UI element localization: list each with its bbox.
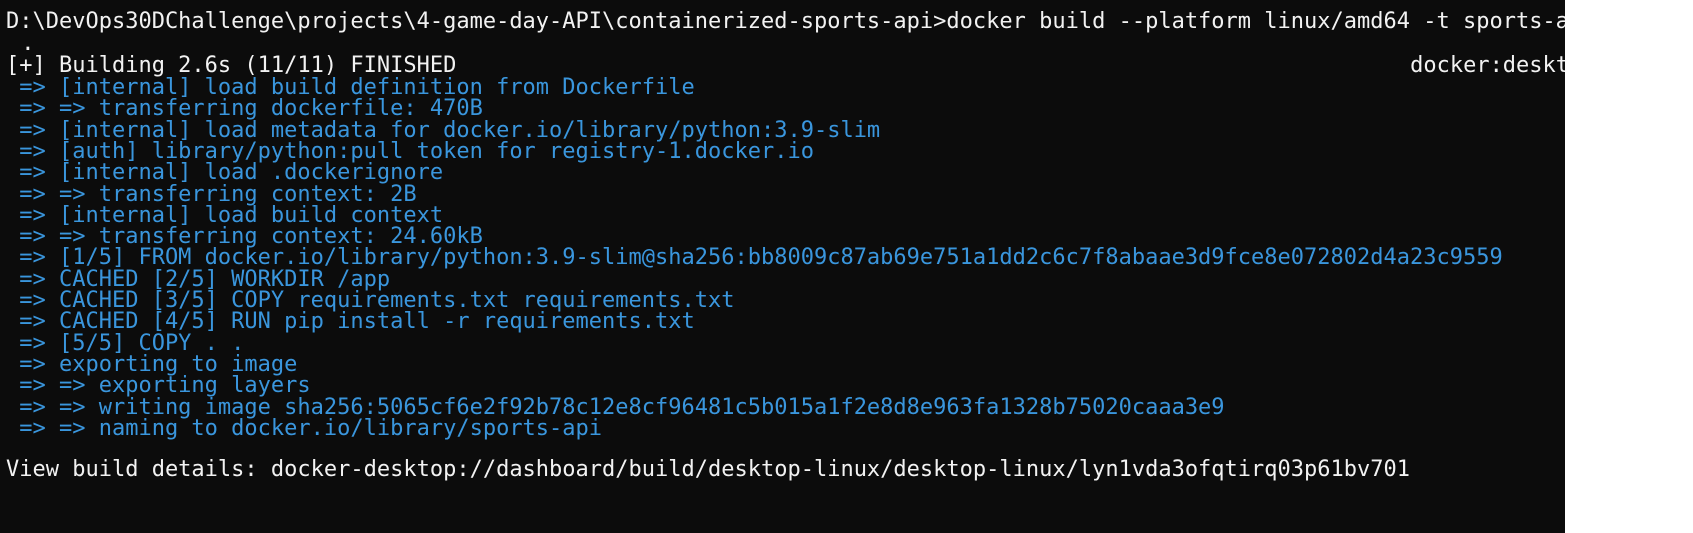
command-line: D:\DevOps30DChallenge\projects\4-game-da… <box>6 9 1596 34</box>
build-step-text: => => transferring dockerfile: 470B <box>6 96 483 122</box>
build-details-link[interactable]: View build details: docker-desktop://das… <box>6 459 1410 481</box>
build-status: [+] Building 2.6s (11/11) FINISHED <box>6 53 457 78</box>
terminal-window[interactable]: D:\DevOps30DChallenge\projects\4-game-da… <box>0 0 1693 533</box>
build-step-text: => CACHED [4/5] RUN pip install -r requi… <box>6 309 695 335</box>
build-step-text: => [internal] load .dockerignore <box>6 160 444 186</box>
window-background-edge <box>1565 0 1693 533</box>
command-wrap-dot: . <box>8 31 35 56</box>
build-step-text: => => naming to docker.io/library/sports… <box>6 415 603 441</box>
build-step-text: => => exporting layers <box>6 373 311 399</box>
